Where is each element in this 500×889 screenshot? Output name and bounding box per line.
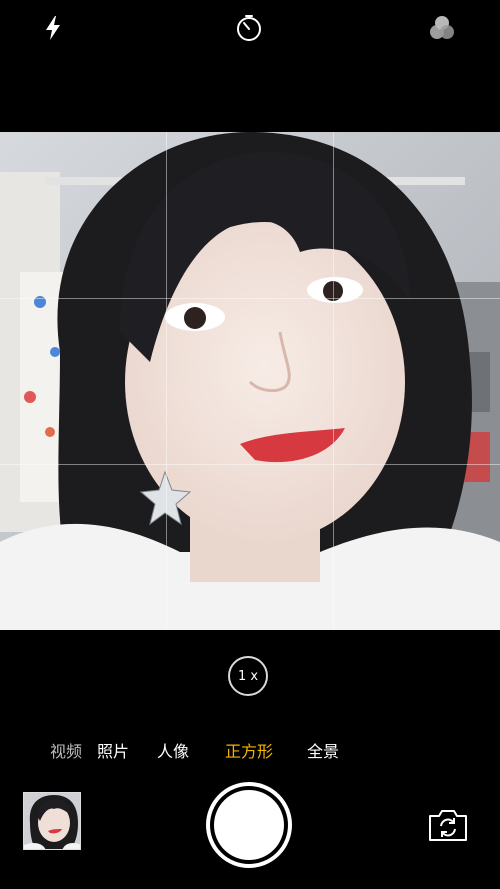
timer-icon[interactable] — [231, 10, 267, 46]
mode-panorama[interactable]: 全景 — [307, 738, 339, 762]
camera-viewfinder[interactable] — [0, 132, 500, 630]
mode-portrait[interactable]: 人像 — [157, 738, 189, 762]
last-photo-thumbnail[interactable] — [23, 792, 81, 850]
grid-line — [0, 464, 500, 465]
shutter-button[interactable] — [206, 782, 292, 868]
mode-selector: 视频 照片 人像 正方形 全景 — [0, 738, 500, 762]
switch-camera-icon[interactable] — [426, 806, 470, 844]
shutter-inner — [214, 790, 284, 860]
viewfinder-scene — [0, 132, 500, 630]
filters-icon[interactable] — [424, 10, 460, 46]
zoom-button[interactable]: 1 x — [228, 656, 268, 696]
grid-line — [166, 132, 167, 630]
mode-square[interactable]: 正方形 — [225, 738, 273, 762]
grid-line — [0, 298, 500, 299]
mode-video[interactable]: 视频 — [50, 738, 82, 762]
mode-photo[interactable]: 照片 — [97, 738, 129, 762]
grid-line — [333, 132, 334, 630]
flash-icon[interactable] — [35, 10, 71, 46]
camera-top-bar — [0, 0, 500, 132]
